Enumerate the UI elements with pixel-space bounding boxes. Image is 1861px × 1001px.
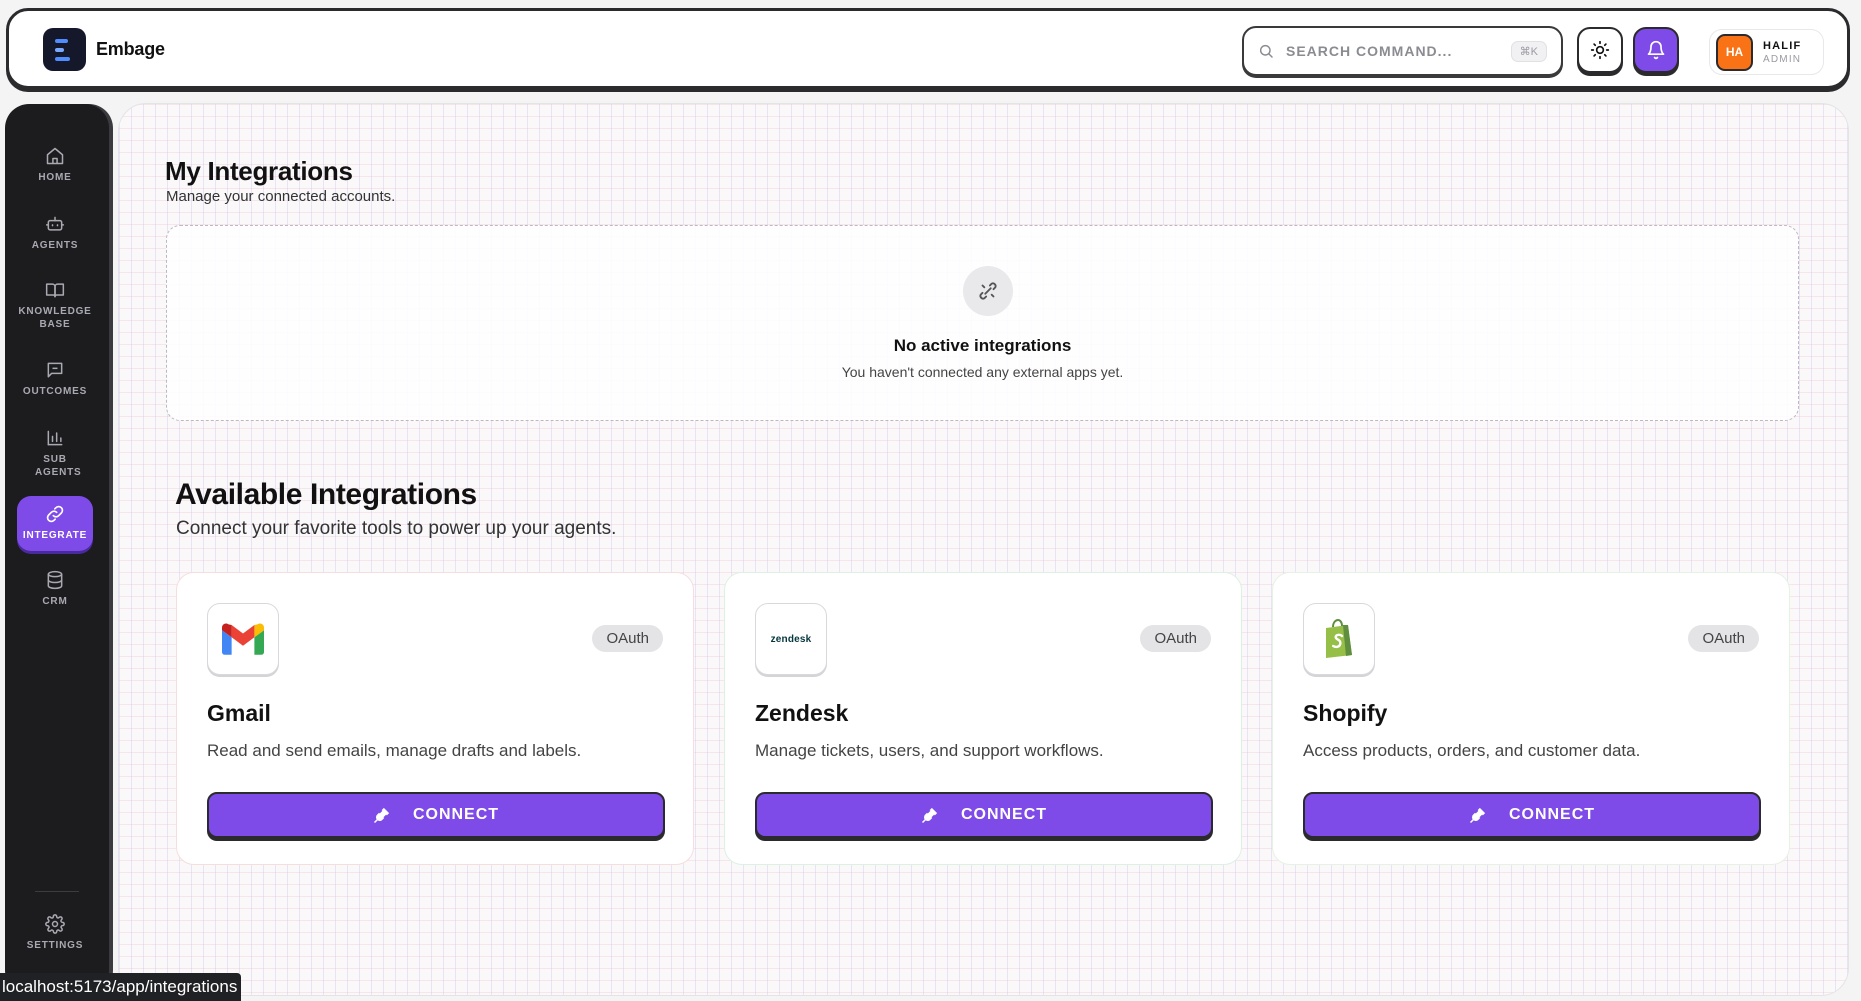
sidebar-item-outcomes[interactable]: OUTCOMES (17, 352, 93, 407)
empty-integrations-panel: No active integrations You haven't conne… (166, 225, 1799, 421)
integration-card-shopify: OAuth Shopify Access products, orders, a… (1272, 572, 1790, 865)
home-icon (46, 147, 64, 165)
sidebar-item-crm[interactable]: CRM (17, 562, 93, 617)
sidebar-item-label: SETTINGS (26, 940, 84, 951)
connect-zendesk-button[interactable]: CONNECT (755, 792, 1213, 838)
section-title: Available Integrations (175, 478, 477, 511)
sidebar-item-label: CRM (42, 596, 68, 607)
sidebar-item-label: AGENTS (31, 240, 79, 251)
message-icon (47, 362, 63, 378)
sidebar-item-label: OUTCOMES (22, 386, 88, 397)
page-title: My Integrations (165, 156, 353, 186)
sidebar-item-home[interactable]: HOME (17, 138, 93, 193)
connect-label: CONNECT (1508, 806, 1596, 823)
avatar: HA (1716, 33, 1753, 71)
integration-name: Zendesk (755, 700, 849, 726)
plug-icon (1469, 807, 1486, 824)
connect-shopify-button[interactable]: CONNECT (1303, 792, 1761, 838)
connect-label: CONNECT (960, 806, 1048, 823)
sidebar: HOME AGENTS KNOWLEDGE BASE OUTCOMES SUB … (5, 104, 109, 994)
bell-icon (1647, 40, 1665, 60)
integration-description: Manage tickets, users, and support workf… (755, 741, 1104, 760)
integration-name: Shopify (1303, 700, 1388, 726)
bar-chart-icon (47, 430, 63, 446)
auth-type-badge: OAuth (1688, 625, 1759, 652)
empty-state-subtitle: You haven't connected any external apps … (841, 364, 1124, 380)
sidebar-item-label: SUB AGENTS (35, 454, 82, 478)
connect-label: CONNECT (412, 806, 500, 823)
auth-type-badge: OAuth (1140, 625, 1211, 652)
connect-gmail-button[interactable]: CONNECT (207, 792, 665, 838)
sidebar-item-settings[interactable]: SETTINGS (17, 906, 93, 961)
sidebar-item-integrate[interactable]: INTEGRATE (17, 496, 93, 551)
auth-type-badge: OAuth (592, 625, 663, 652)
top-header: Embage SEARCH COMMAND... ⌘K HA HALIF ADM… (6, 8, 1850, 89)
section-subtitle: Connect your favorite tools to power up … (176, 518, 617, 539)
robot-icon (45, 216, 65, 231)
zendesk-logo: zendesk (755, 603, 827, 675)
shopify-logo (1303, 603, 1375, 675)
search-placeholder: SEARCH COMMAND... (1286, 43, 1453, 59)
gear-icon (45, 914, 65, 934)
search-command-input[interactable]: SEARCH COMMAND... ⌘K (1242, 26, 1563, 76)
book-icon (45, 283, 65, 298)
search-shortcut-badge: ⌘K (1510, 40, 1547, 62)
integration-card-zendesk: zendesk OAuth Zendesk Manage tickets, us… (724, 572, 1242, 865)
database-icon (47, 570, 63, 590)
sun-icon (1590, 40, 1610, 60)
gmail-logo (207, 603, 279, 675)
integration-description: Access products, orders, and customer da… (1303, 741, 1641, 760)
user-info: HALIF ADMIN (1763, 40, 1801, 65)
user-menu[interactable]: HA HALIF ADMIN (1709, 29, 1824, 75)
sidebar-item-sub-agents[interactable]: SUB AGENTS (17, 420, 93, 487)
sidebar-item-agents[interactable]: AGENTS (17, 206, 93, 261)
app-name: Embage (96, 39, 165, 59)
user-role: ADMIN (1763, 53, 1802, 65)
sidebar-item-label: INTEGRATE (22, 530, 88, 541)
empty-state-title: No active integrations (893, 336, 1072, 355)
integration-description: Read and send emails, manage drafts and … (207, 741, 582, 760)
sidebar-item-knowledge-base[interactable]: KNOWLEDGE BASE (17, 272, 93, 339)
sidebar-item-label: HOME (38, 172, 72, 183)
search-icon (1259, 44, 1273, 58)
integration-card-gmail: OAuth Gmail Read and send emails, manage… (176, 572, 694, 865)
notifications-button[interactable] (1633, 27, 1679, 73)
sidebar-divider (35, 891, 79, 892)
embage-logo-icon (43, 28, 86, 71)
sidebar-item-label: KNOWLEDGE BASE (18, 306, 92, 330)
integration-name: Gmail (207, 700, 271, 726)
app-logo[interactable]: Embage (43, 28, 165, 71)
page-subtitle: Manage your connected accounts. (166, 188, 396, 205)
link-icon (46, 505, 64, 523)
theme-toggle-button[interactable] (1577, 27, 1623, 73)
unlink-icon (963, 266, 1013, 316)
plug-icon (373, 807, 390, 824)
plug-icon (921, 807, 938, 824)
user-name: HALIF (1763, 39, 1802, 52)
main-content: My Integrations Manage your connected ac… (118, 103, 1849, 996)
browser-status-url: localhost:5173/app/integrations (0, 973, 242, 1001)
